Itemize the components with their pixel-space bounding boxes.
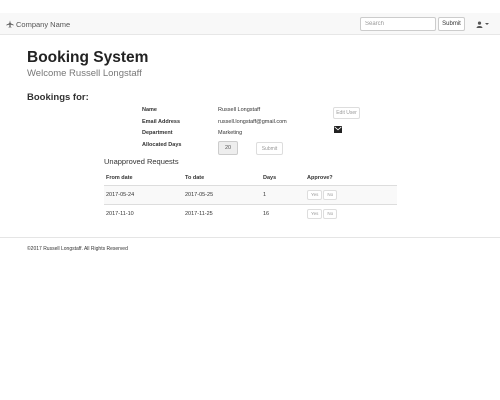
edit-user-button[interactable]: Edit User xyxy=(333,107,360,119)
column-header-days: Days xyxy=(261,172,305,186)
allocated-days-label: Allocated Days xyxy=(142,142,182,148)
days-cell: 1 xyxy=(261,184,305,204)
approve-no-button[interactable]: No xyxy=(323,208,338,219)
footer-copyright: ©2017 Russell Longstaff. All Rights Rese… xyxy=(27,246,128,252)
requests-table: From date To date Days Approve? 2017-05-… xyxy=(104,172,397,223)
approve-cell: Yes No xyxy=(305,203,397,223)
footer-divider xyxy=(0,237,500,238)
unapproved-requests-heading: Unapproved Requests xyxy=(104,157,179,166)
name-label: Name xyxy=(142,107,157,113)
allocated-days-input[interactable] xyxy=(218,141,238,155)
from-date-cell: 2017-11-10 xyxy=(104,203,183,223)
to-date-cell: 2017-05-25 xyxy=(183,184,261,204)
approve-yes-button[interactable]: Yes xyxy=(307,189,323,200)
chevron-down-icon xyxy=(485,23,489,25)
allocated-days-submit-button[interactable]: Submit xyxy=(256,142,283,155)
search-input[interactable] xyxy=(360,17,436,31)
column-header-approve: Approve? xyxy=(305,172,397,186)
column-header-to: To date xyxy=(183,172,261,186)
table-row: 2017-05-24 2017-05-25 1 Yes No xyxy=(104,184,397,204)
bookings-heading: Bookings for: xyxy=(27,92,89,103)
table-header-row: From date To date Days Approve? xyxy=(104,172,397,186)
brand-link[interactable]: Company Name xyxy=(6,13,70,35)
to-date-cell: 2017-11-25 xyxy=(183,203,261,223)
from-date-cell: 2017-05-24 xyxy=(104,184,183,204)
table-row: 2017-11-10 2017-11-25 16 Yes No xyxy=(104,203,397,223)
email-value: russell.longstaff@gmail.com xyxy=(218,119,287,125)
search-submit-button[interactable]: Submit xyxy=(438,17,465,31)
welcome-message: Welcome Russell Longstaff xyxy=(27,68,142,79)
department-value: Marketing xyxy=(218,130,243,136)
name-value: Russell Longstaff xyxy=(218,107,261,113)
department-label: Department xyxy=(142,130,173,136)
approve-cell: Yes No xyxy=(305,184,397,204)
envelope-icon[interactable] xyxy=(334,120,342,133)
top-navbar: Company Name Submit xyxy=(0,13,500,35)
column-header-from: From date xyxy=(104,172,183,186)
brand-name: Company Name xyxy=(16,19,71,29)
approve-yes-button[interactable]: Yes xyxy=(307,208,323,219)
page-title: Booking System xyxy=(27,49,149,66)
email-label: Email Address xyxy=(142,119,181,125)
user-icon xyxy=(476,15,483,33)
approve-no-button[interactable]: No xyxy=(323,189,338,200)
plane-icon xyxy=(6,20,14,28)
user-menu-toggle[interactable] xyxy=(476,13,489,35)
days-cell: 16 xyxy=(261,203,305,223)
